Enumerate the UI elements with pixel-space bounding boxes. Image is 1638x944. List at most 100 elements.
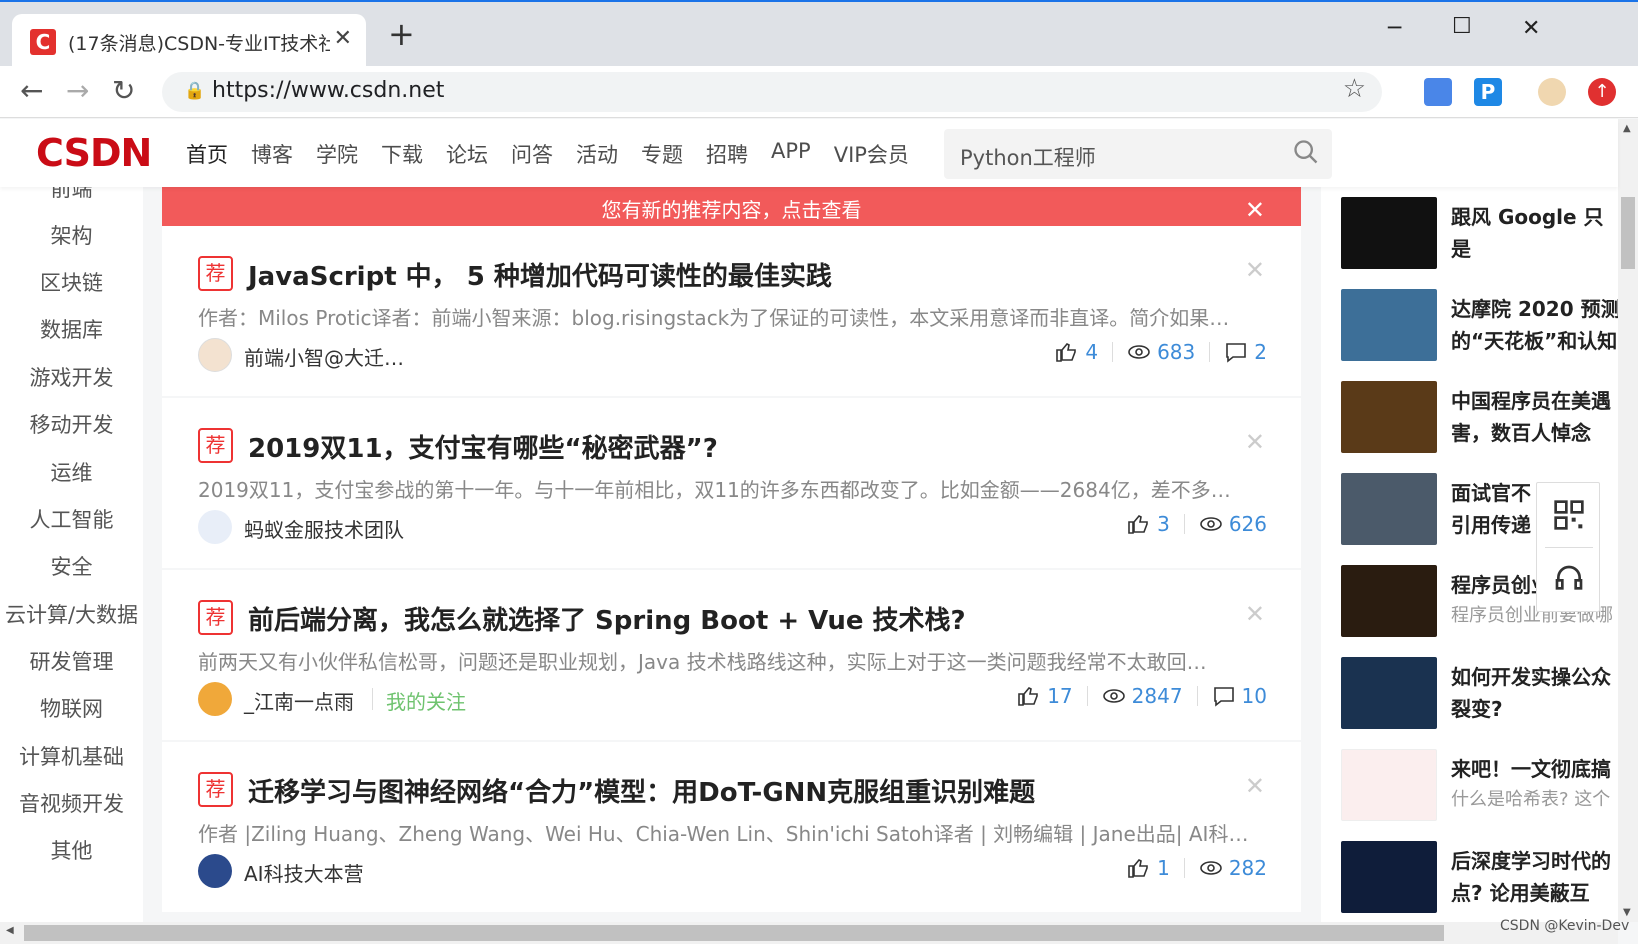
- sidebar-item-cs[interactable]: 计算机基础: [0, 741, 143, 771]
- search-box[interactable]: Python工程师: [944, 129, 1332, 179]
- update-icon[interactable]: ↑: [1588, 78, 1616, 106]
- nav-item-blog[interactable]: 博客: [251, 139, 293, 169]
- news-thumbnail[interactable]: [1341, 841, 1437, 913]
- search-icon[interactable]: [1292, 138, 1320, 166]
- author-name[interactable]: AI科技大本营: [244, 858, 364, 887]
- lock-icon[interactable]: 🔒: [184, 81, 205, 101]
- news-thumbnail[interactable]: [1341, 749, 1437, 821]
- likes-stat[interactable]: 17: [1017, 684, 1073, 708]
- back-button[interactable]: ←: [20, 74, 43, 108]
- news-thumbnail[interactable]: [1341, 565, 1437, 637]
- author-name[interactable]: 前端小智@大迁…: [244, 342, 404, 371]
- nav-item-home[interactable]: 首页: [186, 139, 228, 169]
- nav-item-edu[interactable]: 学院: [316, 139, 358, 169]
- banner-text[interactable]: 您有新的推荐内容，点击查看: [602, 198, 862, 222]
- likes-stat[interactable]: 4: [1055, 340, 1098, 364]
- article-summary[interactable]: 前两天又有小伙伴私信松哥，问题还是职业规划，Java 技术栈路线这种，实际上对于…: [198, 646, 1264, 675]
- author-name[interactable]: _江南一点雨: [244, 686, 354, 715]
- qr-code-icon[interactable]: [1553, 499, 1585, 531]
- article-summary[interactable]: 2019双11，支付宝参战的第十一年。与十一年前相比，双11的许多东西都改变了。…: [198, 474, 1264, 503]
- address-bar[interactable]: 🔒 https://www.csdn.net ☆: [162, 72, 1382, 112]
- news-thumbnail[interactable]: [1341, 289, 1437, 361]
- vertical-scrollbar[interactable]: ▲ ▼: [1618, 119, 1638, 922]
- news-title[interactable]: 达摩院 2020 预测 的“天花板”和认知: [1451, 293, 1618, 361]
- customer-service-icon[interactable]: [1553, 563, 1585, 595]
- article-title[interactable]: 前后端分离，我怎么就选择了 Spring Boot + Vue 技术栈?: [248, 600, 966, 637]
- dismiss-icon[interactable]: ✕: [1245, 256, 1265, 284]
- nav-item-app[interactable]: APP: [771, 139, 811, 169]
- sidebar-item-other[interactable]: 其他: [0, 835, 143, 865]
- search-input[interactable]: Python工程师: [960, 142, 1096, 172]
- nav-item-events[interactable]: 活动: [576, 139, 618, 169]
- author-avatar[interactable]: [198, 338, 232, 372]
- forward-button[interactable]: →: [66, 74, 89, 108]
- following-tag[interactable]: 我的关注: [386, 686, 466, 715]
- scroll-down-arrow-icon[interactable]: ▼: [1623, 907, 1631, 918]
- news-item[interactable]: 跟风 Google 只是 颦？！: [1341, 197, 1618, 269]
- news-item[interactable]: 后深度学习时代的 点? 论用美蔽互: [1341, 841, 1618, 913]
- article-title[interactable]: 2019双11，支付宝有哪些“秘密武器”?: [248, 428, 718, 465]
- nav-item-qa[interactable]: 问答: [511, 139, 553, 169]
- likes-stat[interactable]: 3: [1127, 512, 1170, 536]
- news-title[interactable]: 来吧！一文彻底搞: [1451, 753, 1618, 787]
- dismiss-icon[interactable]: ✕: [1245, 600, 1265, 628]
- bookmark-star-icon[interactable]: ☆: [1343, 74, 1366, 104]
- csdn-logo[interactable]: CSDN: [36, 131, 152, 175]
- dismiss-icon[interactable]: ✕: [1245, 772, 1265, 800]
- comments-stat[interactable]: 2: [1224, 340, 1267, 364]
- news-title[interactable]: 中国程序员在美遇 害，数百人悼念: [1451, 385, 1618, 453]
- news-item[interactable]: 达摩院 2020 预测 的“天花板”和认知: [1341, 289, 1618, 361]
- author-name[interactable]: 蚂蚁金服技术团队: [244, 514, 404, 543]
- new-tab-button[interactable]: +: [388, 18, 415, 50]
- vertical-scroll-thumb[interactable]: [1621, 197, 1635, 269]
- news-thumbnail[interactable]: [1341, 473, 1437, 545]
- sidebar-item-ops[interactable]: 运维: [0, 457, 143, 487]
- sidebar-item-frontend[interactable]: 前端: [0, 187, 143, 203]
- horizontal-scrollbar[interactable]: ◀: [0, 922, 1618, 944]
- article-title[interactable]: 迁移学习与图神经网络“合力”模型：用DoT-GNN克服组重识别难题: [248, 772, 1035, 809]
- author-avatar[interactable]: [198, 510, 232, 544]
- nav-item-download[interactable]: 下载: [381, 139, 423, 169]
- nav-item-forum[interactable]: 论坛: [446, 139, 488, 169]
- article-card[interactable]: 荐 前后端分离，我怎么就选择了 Spring Boot + Vue 技术栈? ✕…: [162, 570, 1301, 740]
- news-subtitle[interactable]: 什么是哈希表? 这个: [1451, 785, 1618, 811]
- news-item[interactable]: 中国程序员在美遇 害，数百人悼念: [1341, 381, 1618, 453]
- sidebar-item-rd[interactable]: 研发管理: [0, 646, 143, 676]
- article-card[interactable]: 荐 迁移学习与图神经网络“合力”模型：用DoT-GNN克服组重识别难题 ✕ 作者…: [162, 742, 1301, 912]
- browser-tab[interactable]: C (17条消息)CSDN-专业IT技术社区 ✕: [12, 14, 366, 68]
- dismiss-icon[interactable]: ✕: [1245, 428, 1265, 456]
- news-thumbnail[interactable]: [1341, 657, 1437, 729]
- nav-item-topics[interactable]: 专题: [641, 139, 683, 169]
- sidebar-item-database[interactable]: 数据库: [0, 314, 143, 344]
- sidebar-item-ai[interactable]: 人工智能: [0, 504, 143, 534]
- author-avatar[interactable]: [198, 854, 232, 888]
- reload-button[interactable]: ↻: [112, 74, 135, 108]
- comments-stat[interactable]: 10: [1212, 684, 1267, 708]
- nav-item-jobs[interactable]: 招聘: [706, 139, 748, 169]
- news-title[interactable]: 跟风 Google 只是 颦？！: [1451, 201, 1618, 269]
- sidebar-item-av[interactable]: 音视频开发: [0, 788, 143, 818]
- window-close-button[interactable]: ✕: [1522, 16, 1540, 41]
- article-title[interactable]: JavaScript 中， 5 种增加代码可读性的最佳实践: [248, 256, 832, 293]
- sidebar-item-iot[interactable]: 物联网: [0, 693, 143, 723]
- sidebar-item-gamedev[interactable]: 游戏开发: [0, 362, 143, 392]
- nav-item-vip[interactable]: VIP会员: [834, 139, 909, 169]
- article-summary[interactable]: 作者 |Ziling Huang、Zheng Wang、Wei Hu、Chia-…: [198, 818, 1264, 847]
- news-title[interactable]: 如何开发实操公众 裂变?: [1451, 661, 1618, 729]
- news-title[interactable]: 后深度学习时代的 点? 论用美蔽互: [1451, 845, 1618, 913]
- scroll-up-arrow-icon[interactable]: ▲: [1623, 123, 1631, 134]
- google-translate-extension-icon[interactable]: [1424, 78, 1452, 106]
- sidebar-item-cloud[interactable]: 云计算/大数据: [0, 599, 143, 629]
- sidebar-item-mobile[interactable]: 移动开发: [0, 409, 143, 439]
- news-item[interactable]: 如何开发实操公众 裂变?: [1341, 657, 1618, 729]
- article-card[interactable]: 荐 JavaScript 中， 5 种增加代码可读性的最佳实践 ✕ 作者：Mil…: [162, 226, 1301, 396]
- p-extension-icon[interactable]: P: [1474, 78, 1502, 106]
- tab-close-icon[interactable]: ✕: [334, 26, 352, 51]
- article-summary[interactable]: 作者：Milos Protic译者：前端小智来源：blog.risingstac…: [198, 302, 1264, 331]
- news-thumbnail[interactable]: [1341, 197, 1437, 269]
- sidebar-item-security[interactable]: 安全: [0, 551, 143, 581]
- sidebar-item-blockchain[interactable]: 区块链: [0, 267, 143, 297]
- news-thumbnail[interactable]: [1341, 381, 1437, 453]
- url-text[interactable]: https://www.csdn.net: [212, 78, 444, 103]
- article-card[interactable]: 荐 2019双11，支付宝有哪些“秘密武器”? ✕ 2019双11，支付宝参战的…: [162, 398, 1301, 568]
